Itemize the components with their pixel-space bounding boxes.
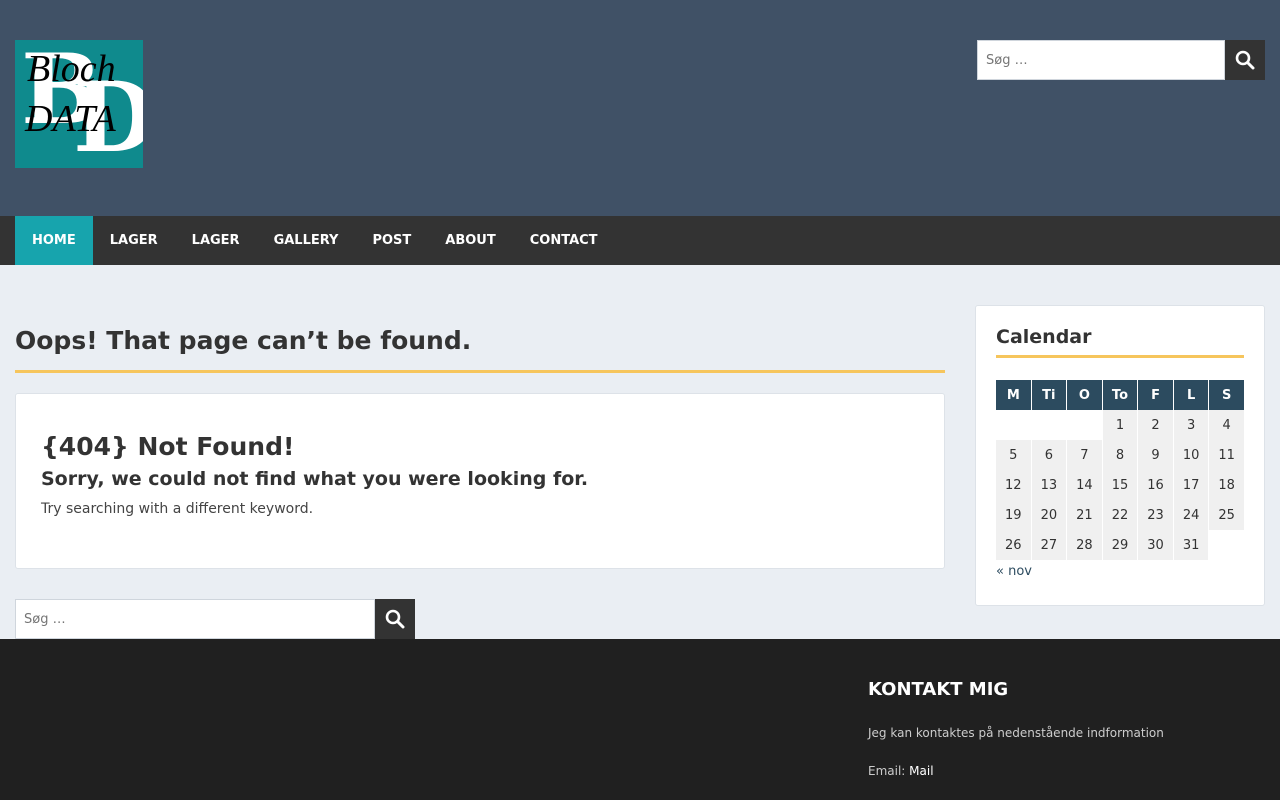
calendar-day-header: To <box>1102 380 1138 410</box>
calendar-day-header: L <box>1173 380 1209 410</box>
calendar-day: 15 <box>1102 470 1138 500</box>
calendar-day-header: O <box>1067 380 1102 410</box>
search-icon <box>1235 50 1255 70</box>
nav-item-gallery[interactable]: Gallery <box>257 216 356 265</box>
calendar-day-header: F <box>1138 380 1173 410</box>
calendar-day: 24 <box>1173 500 1209 530</box>
calendar-day: 2 <box>1138 410 1173 440</box>
calendar-day: 30 <box>1138 530 1173 560</box>
header-search-form <box>977 40 1265 80</box>
calendar-widget: Calendar M Ti O To F L S 1 2 3 4 5 6 7 8… <box>975 305 1265 606</box>
calendar-day: 23 <box>1138 500 1173 530</box>
calendar-day: 26 <box>996 530 1031 560</box>
calendar-day: 22 <box>1102 500 1138 530</box>
nav-item-post[interactable]: Post <box>355 216 428 265</box>
calendar-day: 3 <box>1173 410 1209 440</box>
calendar-week-row: 12 13 14 15 16 17 18 <box>996 470 1244 500</box>
calendar-day: 1 <box>1102 410 1138 440</box>
calendar-day: 25 <box>1209 500 1244 530</box>
calendar-day <box>1067 410 1102 440</box>
main-search-button[interactable] <box>375 599 415 639</box>
nav-item-home[interactable]: Home <box>15 216 93 265</box>
nav-item-about[interactable]: About <box>428 216 512 265</box>
calendar-day-header: M <box>996 380 1031 410</box>
calendar-header-row: M Ti O To F L S <box>996 380 1244 410</box>
calendar-title: Calendar <box>996 326 1244 358</box>
calendar-day <box>1209 530 1244 560</box>
calendar-day: 16 <box>1138 470 1173 500</box>
calendar-day: 11 <box>1209 440 1244 470</box>
main-navigation: Home Lager Lager Gallery Post About Cont… <box>0 216 1280 265</box>
calendar-day: 27 <box>1031 530 1067 560</box>
calendar-day-header: Ti <box>1031 380 1067 410</box>
calendar-week-row: 19 20 21 22 23 24 25 <box>996 500 1244 530</box>
header-search-input[interactable] <box>977 40 1225 80</box>
header-search-button[interactable] <box>1225 40 1265 80</box>
calendar-day: 28 <box>1067 530 1102 560</box>
calendar-day: 10 <box>1173 440 1209 470</box>
calendar-day: 29 <box>1102 530 1138 560</box>
calendar-day: 20 <box>1031 500 1067 530</box>
calendar-day: 18 <box>1209 470 1244 500</box>
main-search-form <box>15 599 415 639</box>
calendar-week-row: 5 6 7 8 9 10 11 <box>996 440 1244 470</box>
calendar-day: 12 <box>996 470 1031 500</box>
calendar-day: 6 <box>1031 440 1067 470</box>
calendar-day <box>996 410 1031 440</box>
calendar-day: 19 <box>996 500 1031 530</box>
calendar-week-row: 1 2 3 4 <box>996 410 1244 440</box>
site-logo[interactable]: B D Bloch DATA <box>15 40 143 168</box>
calendar-day: 9 <box>1138 440 1173 470</box>
calendar-day: 31 <box>1173 530 1209 560</box>
calendar-day: 5 <box>996 440 1031 470</box>
footer-email-link[interactable]: Mail <box>909 764 933 778</box>
calendar-week-row: 26 27 28 29 30 31 <box>996 530 1244 560</box>
calendar-day: 21 <box>1067 500 1102 530</box>
footer-contact-description: Jeg kan kontaktes på nedenstående indfor… <box>868 726 1164 740</box>
calendar-day: 8 <box>1102 440 1138 470</box>
nav-item-lager[interactable]: Lager <box>93 216 175 265</box>
calendar-day: 4 <box>1209 410 1244 440</box>
calendar-day: 14 <box>1067 470 1102 500</box>
calendar-day: 7 <box>1067 440 1102 470</box>
not-found-heading: {404} Not Found! <box>41 432 295 461</box>
calendar-day-header: S <box>1209 380 1244 410</box>
site-footer: Kontakt mig Jeg kan kontaktes på nedenst… <box>0 639 1280 800</box>
search-icon <box>385 609 405 629</box>
footer-email-line: Email: Mail <box>868 764 934 778</box>
calendar-table: M Ti O To F L S 1 2 3 4 5 6 7 8 9 10 11 … <box>995 380 1245 560</box>
logo-text-data: DATA <box>25 98 116 140</box>
nav-item-lager-2[interactable]: Lager <box>175 216 257 265</box>
not-found-box: {404} Not Found! Sorry, we could not fin… <box>15 393 945 569</box>
not-found-text: Try searching with a different keyword. <box>41 500 314 517</box>
nav-item-contact[interactable]: Contact <box>513 216 615 265</box>
footer-email-label: Email: <box>868 764 906 778</box>
calendar-day: 13 <box>1031 470 1067 500</box>
calendar-day <box>1032 410 1067 440</box>
site-header: B D Bloch DATA <box>0 0 1280 216</box>
logo-text-bloch: Bloch <box>27 48 116 90</box>
main-search-input[interactable] <box>15 599 375 639</box>
page-title: Oops! That page can’t be found. <box>15 326 945 373</box>
footer-contact-title: Kontakt mig <box>868 679 1009 700</box>
calendar-prev-month-link[interactable]: « nov <box>996 564 1032 579</box>
not-found-subheading: Sorry, we could not find what you were l… <box>41 468 589 490</box>
calendar-day: 17 <box>1173 470 1209 500</box>
